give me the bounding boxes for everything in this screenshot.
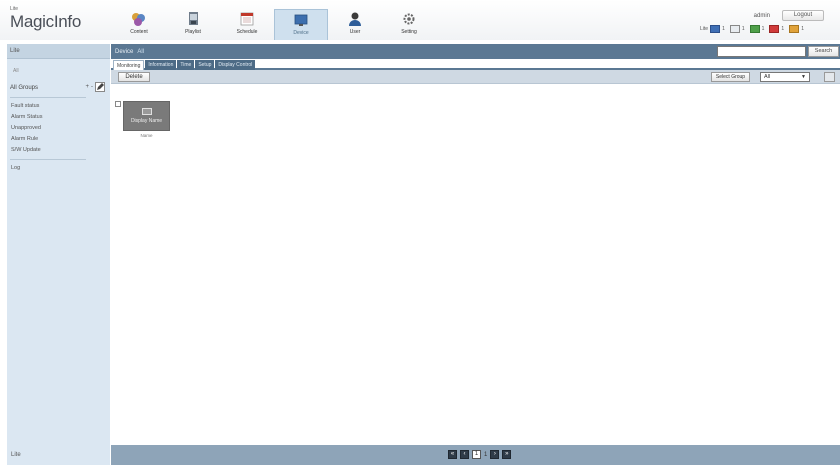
status-normal-icon[interactable] — [749, 25, 760, 33]
sidebar-section-all[interactable]: All — [7, 68, 110, 79]
edit-group-button[interactable] — [95, 82, 105, 92]
sidebar-item-log[interactable]: Log — [7, 163, 110, 174]
status-count: 1 — [722, 26, 725, 32]
current-page-input[interactable]: 1 — [472, 450, 481, 459]
device-thumbnail[interactable]: Display Name — [123, 101, 170, 131]
sidebar-item-fault-status[interactable]: Fault status — [7, 101, 110, 112]
pagination-bar: « ‹ 1 1 › » — [111, 445, 840, 465]
next-page-button[interactable]: › — [490, 450, 500, 459]
menu-label: Device — [293, 30, 309, 36]
group-tools: + - — [85, 82, 105, 92]
delete-button[interactable]: Delete — [118, 72, 150, 82]
tab-display-control[interactable]: Display Control — [215, 60, 256, 70]
menu-label: Content — [130, 29, 148, 35]
display-icon — [141, 108, 152, 115]
logo-text: MagicInfo — [10, 12, 82, 31]
left-sidebar: Lite All All Groups + - Fault status Ala… — [7, 44, 110, 465]
sidebar-item-alarm-status[interactable]: Alarm Status — [7, 112, 110, 123]
add-group-button[interactable]: + — [85, 84, 89, 90]
tab-information[interactable]: Information — [145, 60, 177, 70]
group-dropdown-value: All — [764, 74, 771, 80]
status-count: 1 — [801, 26, 804, 32]
pencil-icon — [97, 83, 104, 90]
status-label: Lite — [700, 26, 709, 32]
status-connected-icon[interactable] — [710, 25, 721, 33]
group-label: All Groups — [10, 85, 39, 91]
search-input[interactable] — [717, 46, 806, 57]
setting-icon — [403, 13, 415, 25]
status-disconnected-icon[interactable] — [729, 25, 740, 33]
status-count: 1 — [781, 26, 785, 32]
pager: « ‹ 1 1 › » — [448, 450, 512, 459]
menu-item-setting[interactable]: Setting — [382, 9, 436, 40]
tab-bar: Monitoring Information Time Setup Displa… — [111, 59, 840, 70]
menu-item-schedule[interactable]: Schedule — [220, 9, 274, 40]
status-count: 1 — [741, 26, 745, 32]
group-dropdown[interactable]: All ▼ — [760, 72, 810, 82]
page-total: 1 — [484, 451, 488, 458]
first-page-button[interactable]: « — [448, 450, 457, 459]
sidebar-item-sw-update[interactable]: S/W Update — [7, 145, 110, 156]
user-name: admin — [753, 13, 770, 19]
sidebar-item-alarm-rule[interactable]: Alarm Rule — [7, 134, 110, 145]
device-icon — [294, 14, 308, 26]
sidebar-header: Lite — [7, 44, 110, 59]
tab-time[interactable]: Time — [177, 60, 195, 70]
sidebar-divider — [10, 159, 86, 160]
breadcrumb: All — [137, 48, 145, 55]
app-logo[interactable]: Lite MagicInfo — [10, 6, 81, 32]
page-title: Device — [115, 48, 134, 55]
menu-item-content[interactable]: Content — [112, 9, 166, 40]
tab-monitoring[interactable]: Monitoring — [113, 60, 145, 70]
menu-item-user[interactable]: User — [328, 9, 382, 40]
panel-title-bar: Device All Search — [111, 44, 840, 59]
device-checkbox[interactable] — [115, 101, 121, 107]
status-warning-icon[interactable] — [789, 25, 800, 33]
prev-page-button[interactable]: ‹ — [460, 450, 469, 459]
device-grid: Display Name Name — [111, 99, 840, 445]
status-error-icon[interactable] — [769, 25, 780, 33]
playlist-icon — [189, 12, 198, 25]
remove-group-button[interactable]: - — [91, 84, 93, 90]
device-status-bar: Lite 1 1 1 1 1 — [700, 25, 807, 33]
menu-item-device[interactable]: Device — [274, 9, 328, 40]
tab-setup[interactable]: Setup — [195, 60, 215, 70]
view-toggle-button[interactable] — [824, 72, 835, 82]
action-toolbar: Delete Select Group All ▼ — [111, 70, 840, 84]
user-icon — [349, 12, 361, 26]
main-menu: Content Playlist Schedule Device User Se… — [112, 9, 436, 40]
sidebar-group-all-groups[interactable]: All Groups + - — [7, 82, 110, 94]
chevron-down-icon: ▼ — [801, 74, 806, 80]
sidebar-item-unapproved[interactable]: Unapproved — [7, 123, 110, 134]
schedule-icon — [240, 12, 254, 26]
content-icon — [132, 13, 145, 26]
device-thumb-label: Display Name — [130, 118, 163, 124]
menu-label: Playlist — [185, 29, 201, 35]
menu-item-playlist[interactable]: Playlist — [166, 9, 220, 40]
last-page-button[interactable]: » — [502, 450, 512, 459]
device-name: Name — [140, 133, 153, 138]
sidebar-divider — [10, 97, 86, 98]
menu-label: Setting — [401, 29, 417, 35]
main-panel: Device All Search Monitoring Information… — [111, 44, 840, 465]
sidebar-footer: Lite — [11, 452, 21, 458]
select-group-button[interactable]: Select Group — [711, 72, 750, 82]
search-button[interactable]: Search — [808, 46, 839, 57]
menu-label: User — [349, 29, 361, 35]
menu-label: Schedule — [236, 29, 258, 35]
status-count: 1 — [761, 26, 765, 32]
logout-button[interactable]: Logout — [782, 10, 824, 21]
top-header: Lite MagicInfo Content Playlist Schedule — [0, 0, 840, 40]
